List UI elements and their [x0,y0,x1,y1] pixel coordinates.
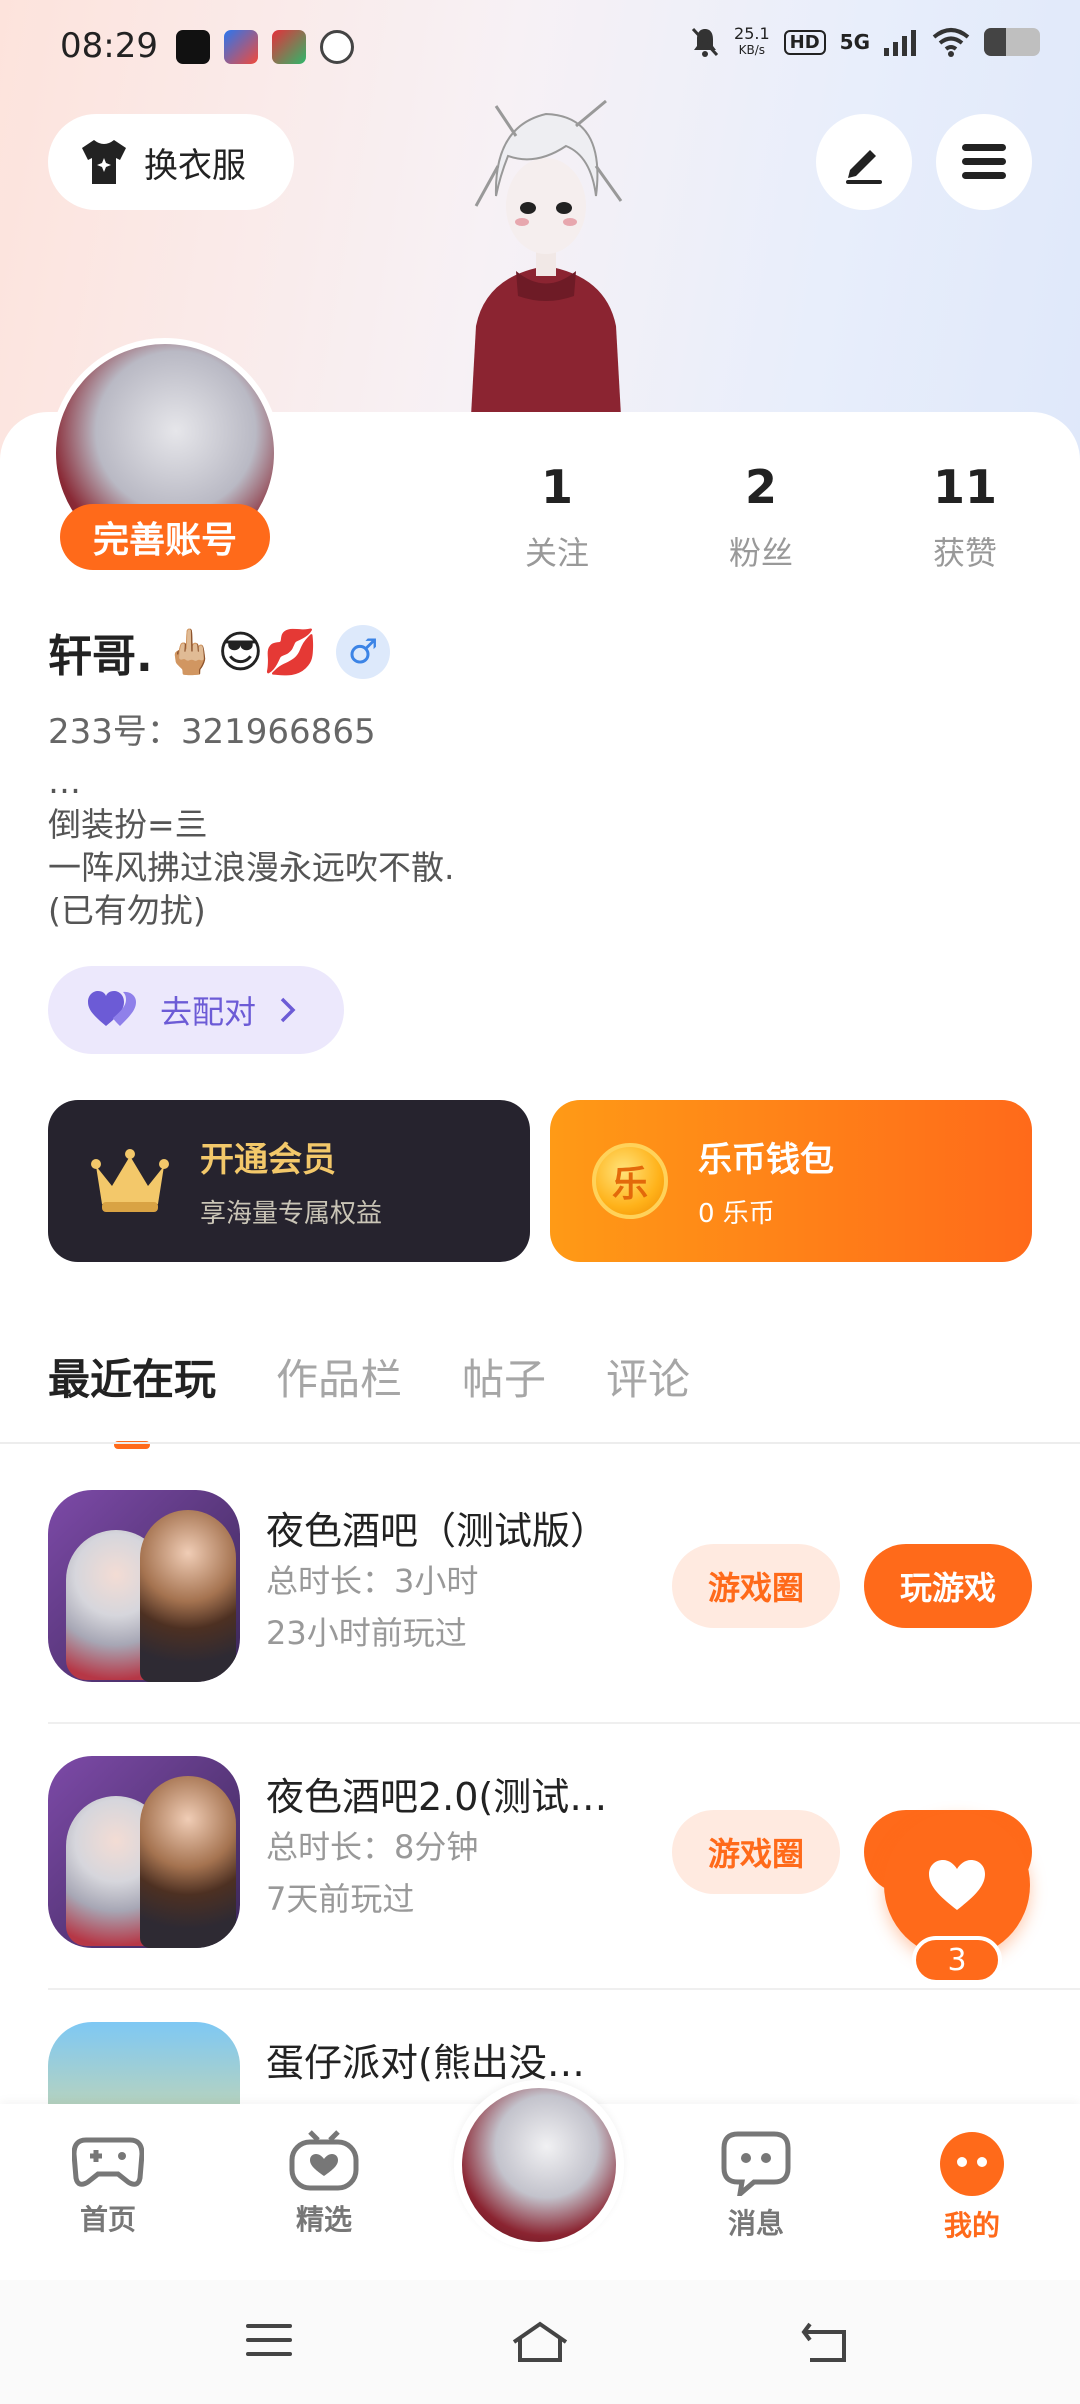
nav-me[interactable]: 我的 [902,2130,1042,2244]
net-speed-value: 25.1 [734,24,770,43]
heart-tv-icon [289,2130,359,2191]
game-circle-button[interactable]: 游戏圈 [672,1544,840,1628]
wifi-icon [932,28,970,57]
tab-posts[interactable]: 帖子 [462,1346,546,1407]
stat-following[interactable]: 1 关注 [482,460,632,574]
hamburger-icon [962,144,1006,179]
nav-featured-label: 精选 [295,2203,352,2236]
game-icon [48,1756,240,1948]
nav-home[interactable]: 首页 [38,2130,178,2238]
play-game-button[interactable]: 玩游戏 [864,1544,1032,1628]
wallet-balance: 0 乐币 [698,1199,775,1229]
status-app-icons [176,30,354,64]
floating-heart-count: 3 [912,1936,1002,1984]
menu-button[interactable] [936,114,1032,210]
home-icon[interactable] [510,2320,570,2364]
game-duration: 总时长：3小时 [266,1562,479,1600]
double-heart-icon [88,991,136,1026]
recent-apps-icon[interactable] [244,2320,294,2360]
game-icon [48,1490,240,1682]
game-name: 夜色酒吧（测试版） [266,1509,609,1553]
user-id: 233号：321966865 [48,712,376,752]
network-type: 5G [839,30,870,54]
match-button[interactable]: 去配对 [48,966,344,1054]
match-label: 去配对 [160,993,257,1031]
avatar-character [471,99,623,416]
net-speed: 25.1 KB/s [734,26,770,58]
stat-followers-label: 粉丝 [728,534,793,572]
stat-likes-count: 11 [932,460,997,514]
vip-title: 开通会员 [200,1140,336,1180]
signal-icon [884,30,916,56]
stat-followers[interactable]: 2 粉丝 [686,460,836,574]
shirt-icon [82,140,126,184]
game-name: 蛋仔派对(熊出没… [266,2041,585,2085]
change-outfit-label: 换衣服 [144,145,246,186]
back-icon[interactable] [800,2320,850,2364]
center-avatar-button[interactable] [454,2080,624,2250]
game-duration: 总时长：8分钟 [266,1828,479,1866]
profile-face-icon [940,2132,1004,2196]
game-last-played: 23小时前玩过 [266,1614,467,1652]
stat-likes[interactable]: 11 获赞 [890,460,1040,574]
edit-profile-button[interactable] [816,114,912,210]
stat-following-label: 关注 [524,534,589,572]
wallet-title: 乐币钱包 [698,1140,834,1180]
stat-likes-label: 获赞 [932,534,997,572]
stat-following-count: 1 [540,460,573,514]
hd-badge: HD [783,29,826,55]
game-circle-button[interactable]: 游戏圈 [672,1810,840,1894]
vip-membership-card[interactable]: 开通会员 享海量专属权益 [48,1100,530,1262]
battery-icon [984,28,1040,56]
app-icon-3 [272,30,306,64]
system-navigation-bar [0,2280,1080,2404]
username: 轩哥. [48,631,153,682]
app-icon-2 [224,30,258,64]
chat-bubble-icon [721,2131,791,2196]
game-last-played: 7天前玩过 [266,1880,415,1918]
gender-male-icon: ♂ [336,625,391,679]
nav-home-label: 首页 [79,2203,136,2236]
complete-account-button[interactable]: 完善账号 [60,504,270,570]
status-indicators: 25.1 KB/s HD 5G [690,26,1040,58]
nav-messages-label: 消息 [727,2207,784,2240]
vip-subtitle: 享海量专属权益 [200,1199,383,1229]
user-bio: … 倒装扮=亖 一阵风拂过浪漫永远吹不散. (已有勿扰) [48,762,455,930]
status-bar: 08:29 25.1 KB/s HD 5G [0,0,1080,96]
nav-messages[interactable]: 消息 [686,2130,826,2242]
profile-tabs: 最近在玩 作品栏 帖子 评论 [48,1346,690,1449]
mute-bell-icon [691,27,719,57]
gamepad-icon [72,2137,144,2187]
coin-wallet-card[interactable]: 乐 乐币钱包 0 乐币 [550,1100,1032,1262]
crown-icon [91,1149,169,1212]
net-speed-unit: KB/s [738,43,766,57]
status-time: 08:29 [60,26,158,66]
game-row[interactable]: 夜色酒吧（测试版） 总时长：3小时 23小时前玩过 游戏圈 玩游戏 [0,1444,1080,1710]
tiktok-icon [176,30,210,64]
tab-recently-played[interactable]: 最近在玩 [48,1346,216,1449]
tab-works[interactable]: 作品栏 [276,1346,402,1407]
pen-icon [846,150,882,184]
heart-icon [929,1860,985,1910]
nav-me-label: 我的 [943,2209,1000,2242]
tab-comments[interactable]: 评论 [606,1346,690,1407]
coin-icon: 乐 [592,1143,668,1219]
nav-featured[interactable]: 精选 [254,2130,394,2238]
change-outfit-button[interactable]: 换衣服 [48,114,294,210]
chevron-right-icon [280,997,296,1023]
game-name: 夜色酒吧2.0(测试… [266,1775,608,1819]
username-emojis: 🖕🏼😎💋 [162,627,319,678]
username-row: 轩哥. 🖕🏼😎💋 ♂ [48,620,391,684]
app-icon-4 [320,30,354,64]
stat-followers-count: 2 [744,460,777,514]
